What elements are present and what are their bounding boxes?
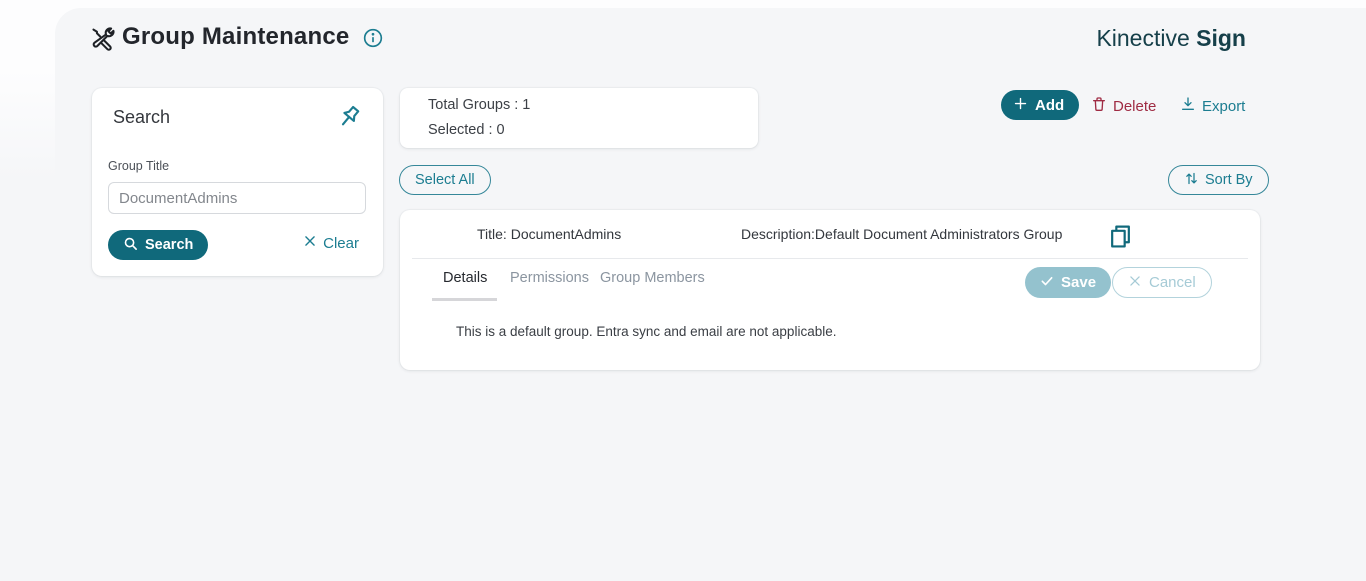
export-button[interactable]: Export [1180, 96, 1245, 116]
tab-group-members[interactable]: Group Members [600, 270, 705, 286]
total-groups-text: Total Groups : 1 [428, 97, 530, 113]
left-rail-background [0, 70, 56, 581]
group-title-value: DocumentAdmins [511, 226, 622, 242]
group-description-text: Description:Default Document Administrat… [741, 226, 1062, 242]
clear-button-label: Clear [323, 235, 359, 252]
group-title-row: Title: DocumentAdmins Description:Defaul… [400, 210, 1260, 258]
group-description-label: Description: [741, 226, 815, 242]
search-card-title: Search [113, 107, 170, 128]
export-button-label: Export [1202, 98, 1245, 115]
group-title-text: Title: DocumentAdmins [477, 226, 621, 242]
divider [412, 258, 1248, 259]
add-button-label: Add [1035, 97, 1064, 114]
group-card: Title: DocumentAdmins Description:Defaul… [400, 210, 1260, 370]
clear-button[interactable]: Clear [303, 234, 359, 252]
group-title-label: Title: [477, 226, 507, 242]
sort-by-label: Sort By [1205, 172, 1253, 188]
group-maintenance-page: Group Maintenance Kinective Sign Search … [0, 0, 1366, 581]
download-icon [1180, 96, 1196, 116]
info-icon[interactable] [363, 28, 383, 48]
check-icon [1040, 274, 1054, 292]
search-button-label: Search [145, 237, 193, 253]
content-panel: Group Maintenance Kinective Sign Search … [55, 8, 1366, 581]
trash-icon [1091, 96, 1107, 116]
select-all-label: Select All [415, 172, 475, 188]
group-default-note: This is a default group. Entra sync and … [456, 324, 836, 339]
brand-logo: Kinective Sign [1096, 25, 1246, 52]
copy-icon[interactable] [1108, 223, 1133, 249]
selected-count-text: Selected : 0 [428, 122, 505, 138]
search-icon [123, 236, 138, 255]
save-button-label: Save [1061, 274, 1096, 291]
close-icon [303, 234, 317, 252]
add-button[interactable]: Add [1001, 90, 1079, 120]
sort-by-button[interactable]: Sort By [1168, 165, 1269, 195]
maintenance-tools-icon [90, 27, 116, 53]
search-button[interactable]: Search [108, 230, 208, 260]
group-title-input[interactable] [108, 182, 366, 214]
brand-name: Kinective [1096, 25, 1189, 51]
sort-arrows-icon [1184, 171, 1199, 190]
summary-card: Total Groups : 1 Selected : 0 [400, 88, 758, 148]
plus-icon [1013, 96, 1028, 115]
brand-product: Sign [1196, 25, 1246, 51]
active-tab-underline [432, 298, 497, 301]
search-card: Search Group Title Search [92, 88, 383, 276]
group-description-value: Default Document Administrators Group [815, 226, 1062, 242]
tab-permissions[interactable]: Permissions [510, 270, 589, 286]
pin-icon[interactable] [330, 97, 368, 135]
select-all-button[interactable]: Select All [399, 165, 491, 195]
page-title: Group Maintenance [122, 23, 349, 51]
tab-details[interactable]: Details [443, 270, 487, 286]
delete-button-label: Delete [1113, 98, 1156, 115]
delete-button[interactable]: Delete [1091, 96, 1156, 116]
cancel-button[interactable]: Cancel [1112, 267, 1212, 298]
cancel-button-label: Cancel [1149, 274, 1196, 291]
save-button[interactable]: Save [1025, 267, 1111, 298]
close-icon [1128, 274, 1142, 292]
group-title-label: Group Title [108, 159, 169, 173]
